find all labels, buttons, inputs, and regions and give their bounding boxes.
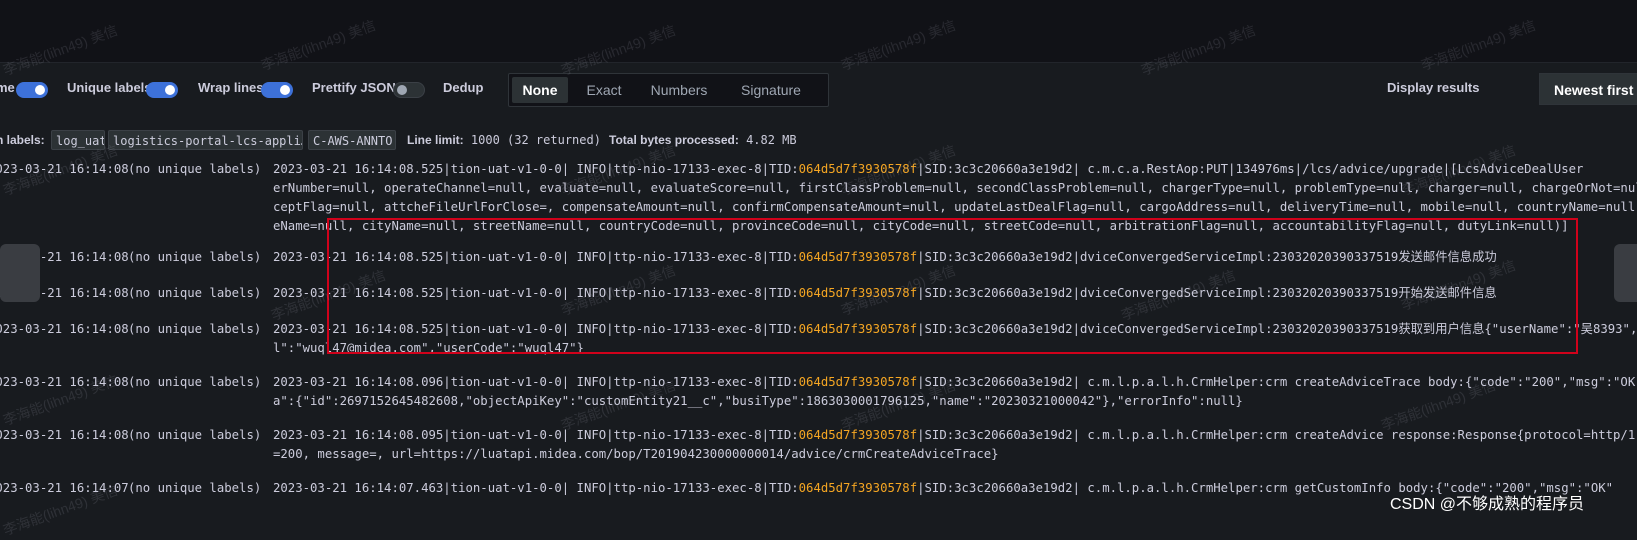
label-chip: logistics-portal-lcs-appli… <box>108 130 303 150</box>
dedup-radio-group: None Exact Numbers Signature <box>508 73 829 107</box>
log-timestamp: 2023-03-21 16:14:08 <box>0 162 129 176</box>
dedup-exact[interactable]: Exact <box>573 77 635 103</box>
log-tid: 064d5d7f3930578f <box>798 428 918 442</box>
log-unique-labels: (no unique labels) <box>128 481 262 495</box>
log-tid: 064d5d7f3930578f <box>798 162 918 176</box>
dedup-signature[interactable]: Signature <box>723 77 819 103</box>
wrap-lines-label: Wrap lines <box>198 80 264 95</box>
bytes-label: Total bytes processed: <box>609 133 739 147</box>
log-options-bar: me Unique labels Wrap lines Prettify JSO… <box>0 70 1637 110</box>
label-chip: log_uat <box>51 130 105 150</box>
line-limit-label: Line limit: <box>407 133 464 147</box>
line-limit-value: 1000 (32 returned) <box>470 133 601 147</box>
log-message: 2023-03-21 16:14:08.095|tion-uat-v1-0-0|… <box>273 426 1637 445</box>
bytes-value: 4.82 MB <box>746 133 797 147</box>
log-unique-labels: (no unique labels) <box>128 375 262 389</box>
unique-labels-toggle[interactable] <box>146 82 178 98</box>
display-results-label: Display results <box>1387 80 1480 95</box>
bytes-processed: Total bytes processed: 4.82 MB <box>609 133 797 147</box>
log-unique-labels: (no unique labels) <box>128 428 262 442</box>
log-msg-pre: 2023-03-21 16:14:08.095|tion-uat-v1-0-0|… <box>273 428 799 442</box>
log-msg-post: |SID:3c3c20660a3e19d2| c.m.l.p.a.l.h.Crm… <box>917 428 1637 442</box>
line-limit: Line limit: 1000 (32 returned) <box>407 133 601 147</box>
log-tid: 064d5d7f3930578f <box>798 481 918 495</box>
label-chip: C-AWS-ANNTO <box>308 130 396 150</box>
log-message-cont: ceptFlag=null, attcheFileUrlForClose=, c… <box>273 200 1637 214</box>
log-timestamp: 2023-03-21 16:14:08 <box>0 322 129 336</box>
unique-labels-label: Unique labels <box>67 80 152 95</box>
prev-page-button[interactable] <box>0 244 40 302</box>
dedup-label: Dedup <box>443 80 484 95</box>
log-timestamp: 2023-03-21 16:14:07 <box>0 481 129 495</box>
log-unique-labels: (no unique labels) <box>128 250 262 264</box>
log-message: 2023-03-21 16:14:08.096|tion-uat-v1-0-0|… <box>273 373 1637 392</box>
log-message-cont: a":{"id":2697152645482608,"objectApiKey"… <box>273 394 1243 408</box>
top-bar <box>0 0 1637 63</box>
log-unique-labels: (no unique labels) <box>128 322 262 336</box>
highlight-annotation-box <box>327 218 1578 354</box>
time-label: me <box>0 80 15 95</box>
time-toggle[interactable] <box>16 82 48 98</box>
log-msg-pre: 2023-03-21 16:14:08.096|tion-uat-v1-0-0|… <box>273 375 799 389</box>
log-msg-pre: 2023-03-21 16:14:08.525|tion-uat-v1-0-0|… <box>273 162 799 176</box>
log-msg-pre: 2023-03-21 16:14:07.463|tion-uat-v1-0-0|… <box>273 481 799 495</box>
wrap-lines-toggle[interactable] <box>261 82 293 98</box>
log-unique-labels: (no unique labels) <box>128 162 262 176</box>
log-msg-post: |SID:3c3c20660a3e19d2| c.m.l.p.a.l.h.Crm… <box>917 375 1637 389</box>
dedup-none[interactable]: None <box>512 77 568 103</box>
dedup-numbers[interactable]: Numbers <box>639 77 719 103</box>
log-timestamp: 2023-03-21 16:14:08 <box>0 375 129 389</box>
log-unique-labels: (no unique labels) <box>128 286 262 300</box>
log-msg-post: |SID:3c3c20660a3e19d2| c.m.c.a.RestAop:P… <box>917 162 1584 176</box>
sort-newest-first-button[interactable]: Newest first <box>1539 73 1637 105</box>
log-timestamp: 2023-03-21 16:14:08 <box>0 428 129 442</box>
log-message-cont: =200, message=, url=https://luatapi.mide… <box>273 447 999 461</box>
log-tid: 064d5d7f3930578f <box>798 375 918 389</box>
csdn-watermark: CSDN @不够成熟的程序员 <box>1390 496 1585 513</box>
common-labels-title: n labels: <box>0 133 45 147</box>
log-message-cont: erNumber=null, operateChannel=null, eval… <box>273 181 1637 195</box>
log-message: 2023-03-21 16:14:08.525|tion-uat-v1-0-0|… <box>273 160 1583 179</box>
prettify-json-label: Prettify JSON <box>312 80 396 95</box>
prettify-json-toggle[interactable] <box>393 82 425 98</box>
next-page-button[interactable] <box>1614 244 1637 302</box>
